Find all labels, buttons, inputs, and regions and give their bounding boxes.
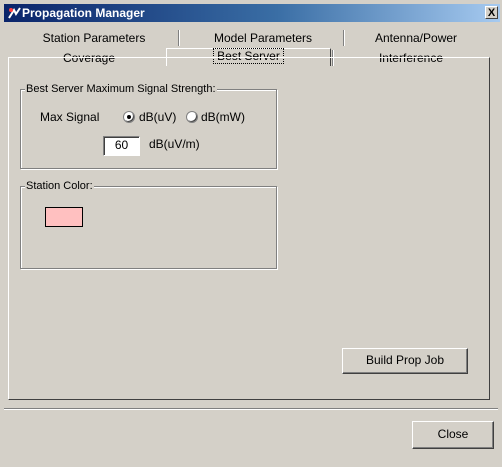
window-title: Propagation Manager [22,6,145,20]
separator [4,408,498,410]
station-color-group: Station Color: [20,180,277,269]
max-signal-label: Max Signal [40,110,100,124]
max-signal-unit: dB(uV/m) [149,137,200,151]
close-window-button[interactable]: X [485,6,498,19]
max-signal-group: Best Server Maximum Signal Strength: Max… [20,83,277,169]
station-color-group-title: Station Color: [25,180,94,192]
max-signal-group-title: Best Server Maximum Signal Strength: [25,83,217,95]
max-signal-input[interactable]: 60 [103,136,140,156]
radio-dbmw[interactable] [186,111,198,123]
tab-divider [343,30,345,46]
tab-model-parameters[interactable]: Model Parameters [183,31,343,47]
station-color-swatch[interactable] [45,207,83,227]
best-server-panel: Best Server Maximum Signal Strength: Max… [8,57,490,400]
radio-selected-dot [127,115,131,119]
tab-station-parameters[interactable]: Station Parameters [14,31,174,47]
radio-dbmw-label[interactable]: dB(mW) [201,110,245,124]
app-icon [8,7,21,19]
tab-antenna-power[interactable]: Antenna/Power [348,31,484,47]
propagation-manager-window: Propagation Manager X Station Parameters… [0,0,502,467]
build-prop-job-button[interactable]: Build Prop Job [342,348,468,374]
title-bar: Propagation Manager X [4,4,500,22]
tab-divider [178,30,180,46]
radio-dbuv-label[interactable]: dB(uV) [139,110,176,124]
radio-dbuv[interactable] [123,111,135,123]
close-button[interactable]: Close [412,421,494,449]
